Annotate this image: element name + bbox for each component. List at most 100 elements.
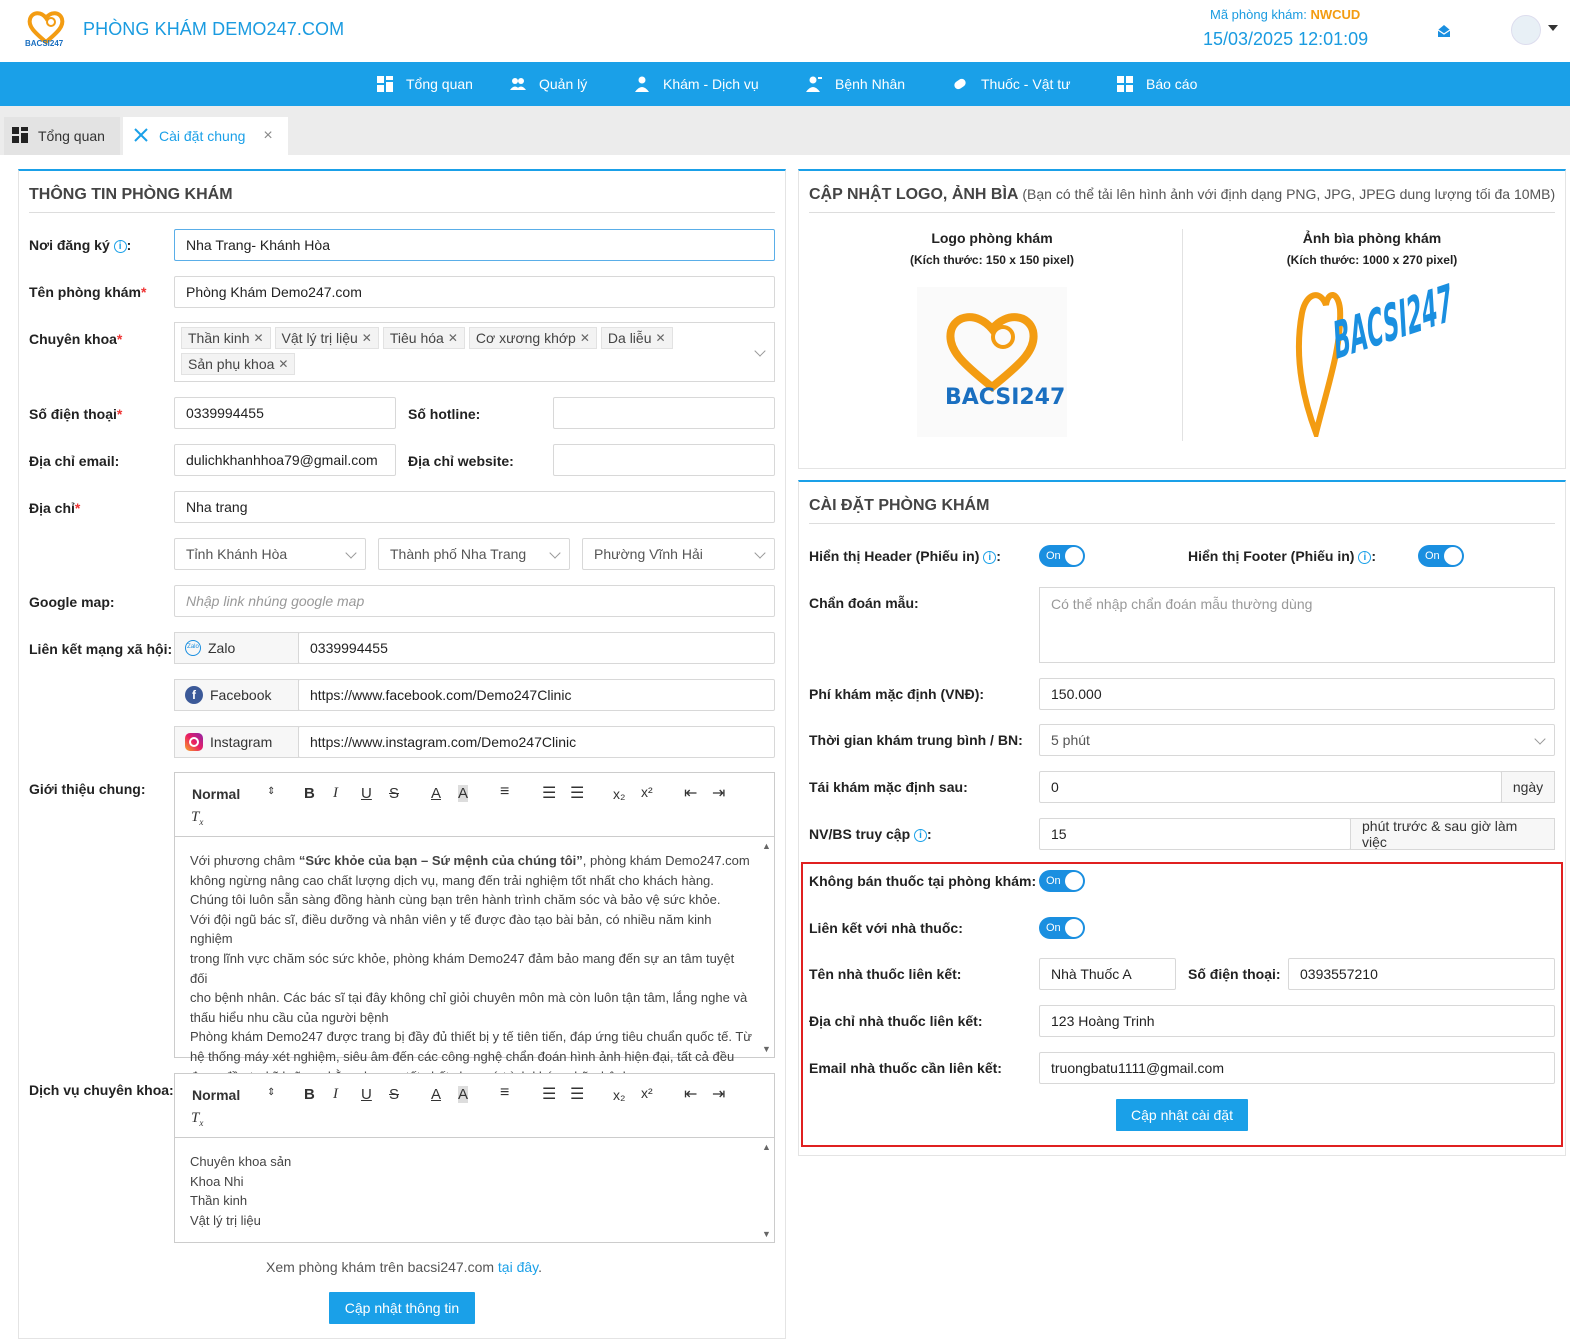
chan-doan-textarea[interactable]: Có thể nhập chẩn đoán mẫu thường dùng — [1039, 587, 1555, 663]
cover-image[interactable]: BACSI247 — [1294, 273, 1454, 444]
indent-icon[interactable]: ⇥ — [712, 1084, 725, 1104]
brand-logo[interactable]: BACSI247 — [24, 8, 68, 52]
header-toggle[interactable]: On — [1039, 545, 1085, 567]
format-select[interactable]: Normal — [192, 786, 240, 802]
tab-tong-quan[interactable]: Tổng quan — [4, 117, 120, 155]
indent-icon[interactable]: ⇥ — [712, 783, 725, 803]
footer-toggle[interactable]: On — [1418, 545, 1464, 567]
specialty-tag[interactable]: Cơ xương khớp ✕ — [468, 327, 597, 349]
remove-tag-icon[interactable]: ✕ — [580, 331, 590, 345]
tai-kham-input[interactable]: 0 — [1039, 771, 1502, 803]
zalo-input[interactable]: 0339994455 — [298, 632, 775, 664]
underline-button[interactable]: U — [361, 1086, 372, 1103]
format-select[interactable]: Normal — [192, 1087, 240, 1103]
nav-item-tong-quan[interactable]: Tổng quan — [377, 62, 473, 106]
ordered-list-icon[interactable]: ☰ — [542, 783, 556, 803]
specialty-tag[interactable]: Vật lý trị liệu ✕ — [274, 327, 379, 349]
view-link[interactable]: tại đây — [498, 1259, 538, 1275]
website-input[interactable] — [553, 444, 775, 476]
subscript-icon[interactable]: x₂ — [613, 786, 625, 802]
specialty-tag[interactable]: Tiêu hóa ✕ — [382, 327, 465, 349]
phuong-select[interactable]: Phường Vĩnh Hải — [582, 538, 775, 570]
user-avatar[interactable] — [1511, 15, 1541, 45]
bold-button[interactable]: B — [304, 785, 315, 802]
clinic-brand-name[interactable]: PHÒNG KHÁM DEMO247.COM — [83, 19, 344, 40]
remove-tag-icon[interactable]: ✕ — [656, 331, 666, 345]
font-color-button[interactable]: A — [431, 1086, 441, 1103]
ten-nha-thuoc-input[interactable]: Nhà Thuốc A — [1039, 958, 1176, 990]
info-icon[interactable]: i — [914, 828, 928, 842]
facebook-input[interactable]: https://www.facebook.com/Demo247Clinic — [298, 679, 775, 711]
superscript-icon[interactable]: x² — [641, 784, 653, 800]
align-icon[interactable]: ≡ — [500, 783, 509, 801]
outdent-icon[interactable]: ⇤ — [684, 783, 697, 803]
dia-chi-nha-thuoc-input[interactable]: 123 Hoàng Trinh — [1039, 1005, 1555, 1037]
tinh-select[interactable]: Tỉnh Khánh Hòa — [174, 538, 366, 570]
remove-tag-icon[interactable]: ✕ — [253, 331, 263, 345]
scroll-up-icon[interactable]: ▲ — [762, 841, 772, 851]
clear-format-icon[interactable]: Tx — [191, 1110, 203, 1128]
subscript-icon[interactable]: x₂ — [613, 1087, 625, 1103]
ten-phong-kham-input[interactable]: Phòng Khám Demo247.com — [174, 276, 775, 308]
info-icon[interactable]: i — [983, 550, 997, 564]
remove-tag-icon[interactable]: ✕ — [448, 331, 458, 345]
gioi-thieu-content[interactable]: Với phương châm “Sức khỏe của bạn – Sứ m… — [190, 851, 755, 1086]
scroll-up-icon[interactable]: ▲ — [762, 1142, 772, 1152]
font-color-button[interactable]: A — [431, 785, 441, 802]
scroll-down-icon[interactable]: ▼ — [762, 1229, 772, 1239]
remove-tag-icon[interactable]: ✕ — [278, 357, 288, 371]
background-color-button[interactable]: A — [458, 785, 469, 802]
background-color-button[interactable]: A — [458, 1086, 469, 1103]
noi-dang-ky-input[interactable]: Nha Trang- Khánh Hòa — [174, 229, 775, 261]
scroll-down-icon[interactable]: ▼ — [762, 1044, 772, 1054]
dich-vu-content[interactable]: Chuyên khoa sản Khoa Nhi Thần kinh Vật l… — [190, 1152, 755, 1230]
nav-item-benh-nhan[interactable]: Bệnh Nhân — [806, 62, 905, 106]
superscript-icon[interactable]: x² — [641, 1085, 653, 1101]
italic-button[interactable]: I — [333, 785, 338, 802]
dich-vu-editor[interactable]: Normal ⇕ B I U S A A ≡ ☰ ☰ x₂ x² ⇤ ⇥ Tx … — [174, 1073, 775, 1243]
close-icon[interactable]: × — [263, 127, 272, 145]
notification-icon[interactable] — [1437, 24, 1451, 38]
specialty-tag[interactable]: Sản phụ khoa ✕ — [181, 353, 296, 375]
underline-button[interactable]: U — [361, 785, 372, 802]
align-icon[interactable]: ≡ — [500, 1084, 509, 1102]
chevron-down-icon[interactable] — [754, 345, 766, 357]
remove-tag-icon[interactable]: ✕ — [362, 331, 372, 345]
specialty-tag[interactable]: Da liễu ✕ — [600, 327, 673, 349]
format-select-arrow-icon[interactable]: ⇕ — [267, 1087, 275, 1098]
update-settings-button[interactable]: Cập nhật cài đặt — [1116, 1099, 1248, 1131]
lien-ket-toggle[interactable]: On — [1039, 917, 1085, 939]
italic-button[interactable]: I — [333, 1086, 338, 1103]
outdent-icon[interactable]: ⇤ — [684, 1084, 697, 1104]
info-icon[interactable]: i — [1358, 550, 1372, 564]
nvbs-input[interactable]: 15 — [1039, 818, 1351, 850]
strike-button[interactable]: S — [389, 785, 399, 802]
nav-item-kham-dich-vu[interactable]: Khám - Dịch vụ — [634, 62, 759, 106]
chuyen-khoa-multiselect[interactable]: Thần kinh ✕ Vật lý trị liệu ✕ Tiêu hóa ✕ Cơ xư… — [174, 322, 775, 382]
nav-item-bao-cao[interactable]: Báo cáo — [1117, 62, 1197, 106]
update-info-button[interactable]: Cập nhật thông tin — [329, 1292, 475, 1324]
strike-button[interactable]: S — [389, 1086, 399, 1103]
specialty-tag[interactable]: Thần kinh ✕ — [181, 327, 271, 349]
instagram-input[interactable]: https://www.instagram.com/Demo247Clinic — [298, 726, 775, 758]
email-nha-thuoc-input[interactable]: truongbatu1111@gmail.com — [1039, 1052, 1555, 1084]
gioi-thieu-editor[interactable]: Normal ⇕ B I U S A A ≡ ☰ ☰ x₂ x² ⇤ ⇥ Tx … — [174, 772, 775, 1084]
nav-item-thuoc-vat-tu[interactable]: Thuốc - Vật tư — [952, 62, 1071, 106]
thoi-gian-select[interactable]: 5 phút — [1039, 724, 1555, 756]
clear-format-icon[interactable]: Tx — [191, 809, 203, 827]
hotline-input[interactable] — [553, 397, 775, 429]
khong-ban-thuoc-toggle[interactable]: On — [1039, 870, 1085, 892]
logo-image[interactable]: BACSI247 — [917, 287, 1067, 437]
tab-cai-dat-chung[interactable]: Cài đặt chung × — [123, 117, 288, 155]
bold-button[interactable]: B — [304, 1086, 315, 1103]
google-map-input[interactable]: Nhập link nhúng google map — [174, 585, 775, 617]
sdt-input[interactable]: 0339994455 — [174, 397, 396, 429]
dia-chi-input[interactable]: Nha trang — [174, 491, 775, 523]
info-icon[interactable]: i — [113, 239, 127, 253]
sdt-nha-thuoc-input[interactable]: 0393557210 — [1288, 958, 1555, 990]
nav-item-quan-ly[interactable]: Quản lý — [510, 62, 587, 106]
email-input[interactable]: dulichkhanhhoa79@gmail.com — [174, 444, 396, 476]
thanh-pho-select[interactable]: Thành phố Nha Trang — [378, 538, 570, 570]
ordered-list-icon[interactable]: ☰ — [542, 1084, 556, 1104]
bullet-list-icon[interactable]: ☰ — [570, 1084, 584, 1104]
